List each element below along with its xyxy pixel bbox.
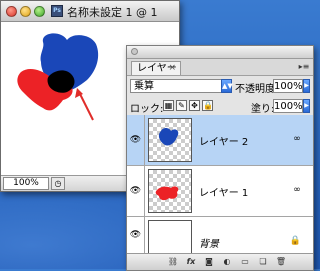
new-layer-icon[interactable]: ❏	[257, 256, 269, 268]
layer-thumbnail	[148, 118, 192, 162]
pointer-arrow-line	[78, 91, 94, 121]
trash-icon[interactable]: 🗑	[275, 256, 287, 268]
layer-name[interactable]: レイヤー 2	[199, 133, 248, 148]
status-menu-icon[interactable]: ◷	[51, 177, 65, 190]
visibility-eye-icon[interactable]: 👁	[127, 115, 145, 165]
panel-close-button[interactable]	[131, 48, 138, 55]
opacity-field[interactable]: 100%	[273, 79, 303, 93]
close-button[interactable]	[6, 6, 17, 17]
opacity-label: 不透明度:	[235, 84, 279, 95]
lock-position-icon[interactable]: ✥	[189, 100, 200, 111]
tab-close-icon[interactable]: ×	[168, 62, 176, 75]
lock-transparency-icon[interactable]: ▦	[163, 100, 174, 111]
layer-row-layer2[interactable]: 👁 レイヤー 2 ∞	[127, 115, 313, 166]
layer-name[interactable]: レイヤー 1	[199, 184, 248, 199]
layer-thumbnail	[148, 169, 192, 213]
opacity-arrow-button[interactable]: ▶	[303, 79, 310, 93]
layer-list: 👁 レイヤー 2 ∞ 👁 レイヤー 1 ∞ 👁 背景 🔒	[127, 115, 313, 264]
fill-arrow-button[interactable]: ▶	[303, 99, 310, 113]
blend-mode-value: 乗算	[134, 81, 154, 92]
lock-all-icon[interactable]: 🔒	[202, 100, 213, 111]
document-titlebar[interactable]: Ps 名称未設定 1 @ 1	[1, 1, 179, 22]
layer-row-layer1[interactable]: 👁 レイヤー 1 ∞	[127, 166, 313, 217]
minimize-button[interactable]	[20, 6, 31, 17]
document-title: 名称未設定 1 @ 1	[67, 6, 158, 19]
fill-field[interactable]: 100%	[273, 99, 303, 113]
panel-titlebar[interactable]	[127, 46, 313, 59]
chain-link-icon: ∞	[293, 185, 301, 195]
zoom-button[interactable]	[34, 6, 45, 17]
chevron-updown-icon: ▲▼	[221, 79, 233, 93]
lock-label: ロック:	[130, 104, 164, 115]
layer-row-background[interactable]: 👁 背景 🔒	[127, 217, 313, 264]
link-layers-icon[interactable]: ⛓	[167, 256, 179, 268]
tab-layers[interactable]: レイヤー ×	[131, 61, 181, 75]
fill-label: 塗り:	[251, 104, 275, 115]
layers-panel: レイヤー × ▸≡ 乗算 ▲▼ 不透明度: 100% ▶ ロック: ▦ ✎ ✥ …	[126, 45, 314, 271]
chain-link-icon: ∞	[293, 134, 301, 144]
zoom-level-field[interactable]: 100%	[3, 177, 49, 190]
layer2-shape	[158, 128, 179, 146]
panel-tab-row: レイヤー × ▸≡	[127, 59, 313, 76]
layer-style-fx-icon[interactable]: fx	[185, 256, 197, 268]
layer1-shape	[155, 186, 179, 201]
adjustment-layer-icon[interactable]: ◐	[221, 256, 233, 268]
visibility-eye-icon[interactable]: 👁	[127, 166, 145, 216]
new-group-folder-icon[interactable]: ▭	[239, 256, 251, 268]
visibility-eye-icon[interactable]: 👁	[127, 217, 145, 253]
lock-fill-row: ロック: ▦ ✎ ✥ 🔒 塗り: 100% ▶	[127, 96, 313, 117]
layer-name[interactable]: 背景	[199, 235, 219, 250]
lock-image-icon[interactable]: ✎	[176, 100, 187, 111]
lock-icon: 🔒	[289, 236, 301, 246]
blend-opacity-row: 乗算 ▲▼ 不透明度: 100% ▶	[127, 76, 313, 96]
panel-bottom-toolbar: ⛓ fx ◙ ◐ ▭ ❏ 🗑	[127, 253, 313, 270]
add-mask-icon[interactable]: ◙	[203, 256, 215, 268]
panel-menu-icon[interactable]: ▸≡	[298, 61, 310, 72]
photoshop-file-icon: Ps	[51, 5, 63, 17]
blend-mode-select[interactable]: 乗算 ▲▼	[130, 79, 233, 93]
